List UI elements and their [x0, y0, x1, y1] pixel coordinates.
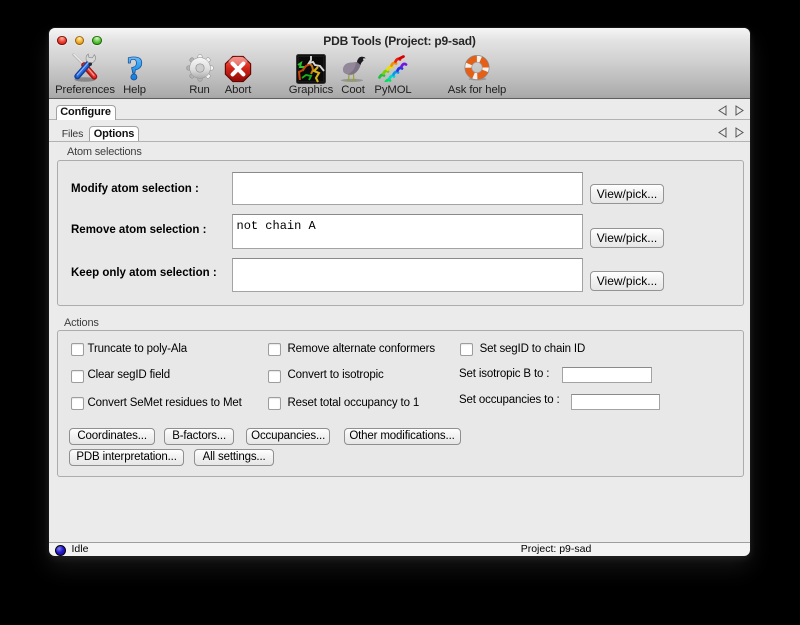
svg-text:?: ?: [126, 52, 143, 84]
